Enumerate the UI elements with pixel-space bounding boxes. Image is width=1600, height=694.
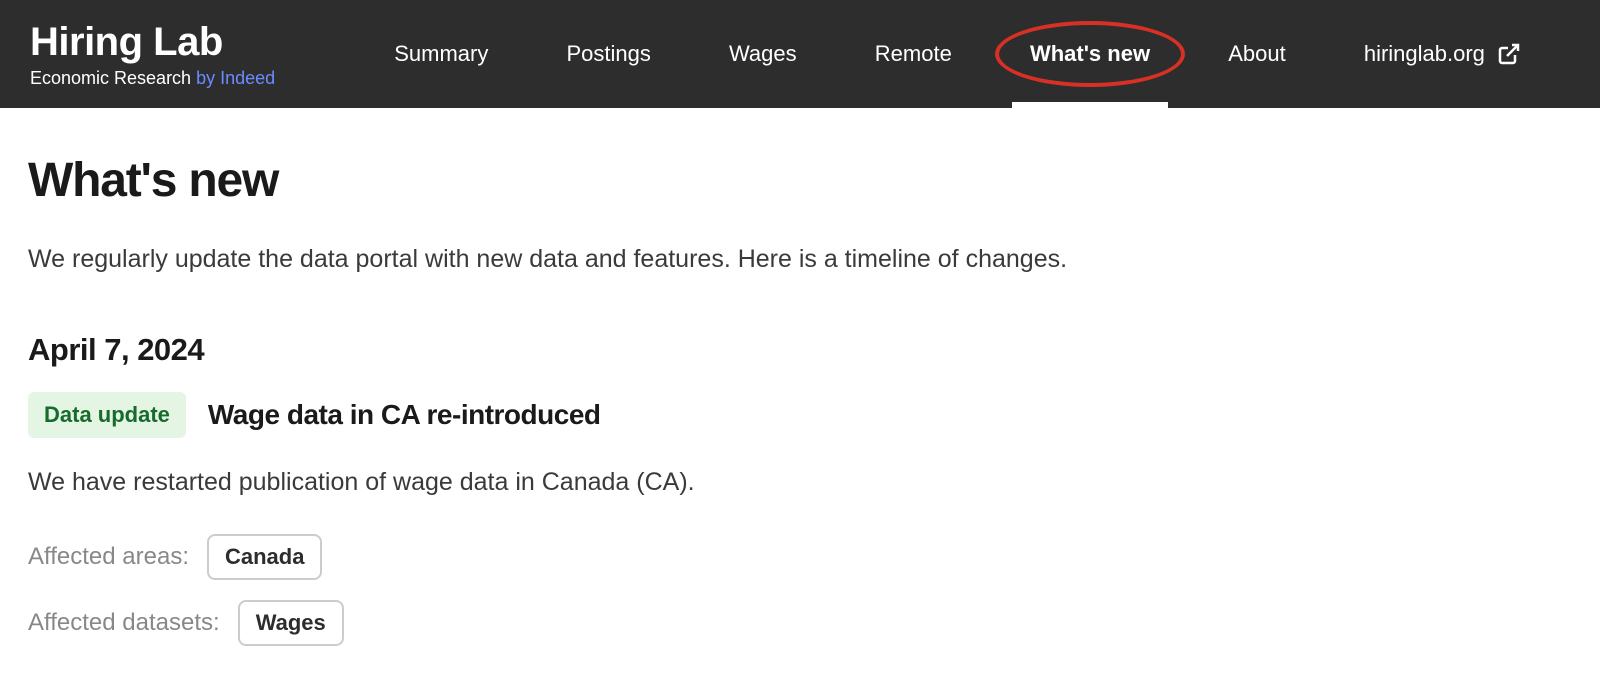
page-intro: We regularly update the data portal with… bbox=[28, 243, 1572, 277]
nav-item-about[interactable]: About bbox=[1210, 0, 1304, 108]
nav-item-label: Remote bbox=[875, 41, 952, 67]
external-link-icon bbox=[1497, 42, 1521, 66]
nav-item-label: About bbox=[1228, 41, 1286, 67]
brand-title: Hiring Lab bbox=[30, 20, 275, 64]
affected-datasets-label: Affected datasets: bbox=[28, 609, 220, 637]
nav-item-wages[interactable]: Wages bbox=[711, 0, 815, 108]
nav-item-summary[interactable]: Summary bbox=[376, 0, 506, 108]
nav-item-hiringlab-org[interactable]: hiringlab.org bbox=[1346, 0, 1539, 108]
entry-headline-row: Data update Wage data in CA re-introduced bbox=[28, 392, 1572, 438]
brand-subtitle: Economic Research by Indeed bbox=[30, 68, 275, 89]
entry-title: Wage data in CA re-introduced bbox=[208, 399, 601, 431]
nav-item-what-s-new[interactable]: What's new bbox=[1012, 0, 1168, 108]
entry-date: April 7, 2024 bbox=[28, 332, 1572, 368]
changelog-entry: April 7, 2024 Data update Wage data in CA … bbox=[28, 332, 1572, 646]
affected-areas-row: Affected areas: Canada bbox=[28, 534, 1572, 580]
affected-datasets-row: Affected datasets: Wages bbox=[28, 600, 1572, 646]
affected-area-tag[interactable]: Canada bbox=[207, 534, 322, 580]
entry-badge: Data update bbox=[28, 392, 186, 438]
entry-body: We have restarted publication of wage da… bbox=[28, 466, 1572, 500]
page-title: What's new bbox=[28, 153, 1572, 208]
nav-item-postings[interactable]: Postings bbox=[548, 0, 668, 108]
affected-areas-label: Affected areas: bbox=[28, 543, 189, 571]
nav-items: Summary Postings Wages Remote What's new Abou… bbox=[335, 0, 1570, 108]
brand-subtitle-prefix: Economic Research bbox=[30, 68, 196, 88]
page-content: What's new We regularly update the data … bbox=[0, 108, 1600, 694]
nav-item-label: Postings bbox=[566, 41, 650, 67]
brand-block[interactable]: Hiring Lab Economic Research by Indeed bbox=[30, 20, 275, 89]
nav-item-label: Wages bbox=[729, 41, 797, 67]
nav-item-label: hiringlab.org bbox=[1364, 41, 1485, 67]
nav-item-remote[interactable]: Remote bbox=[857, 0, 970, 108]
affected-dataset-tag[interactable]: Wages bbox=[238, 600, 344, 646]
nav-item-label: What's new bbox=[1030, 41, 1150, 67]
nav-item-label: Summary bbox=[394, 41, 488, 67]
brand-subtitle-by-indeed: by Indeed bbox=[196, 68, 275, 88]
top-navbar: Hiring Lab Economic Research by Indeed S… bbox=[0, 0, 1600, 108]
